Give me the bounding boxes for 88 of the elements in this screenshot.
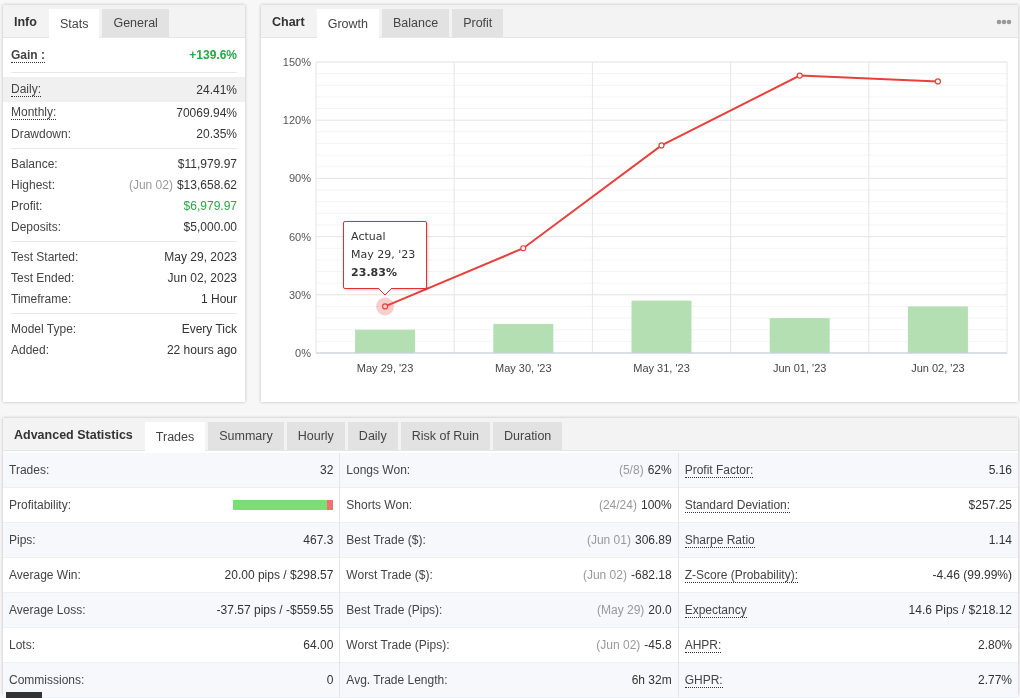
stat-label: Test Started: [11,249,79,264]
stat-label: Pips: [9,533,36,547]
stat-value: 306.89 [634,533,672,547]
stat-value: 32 [320,463,334,477]
stat-label: Gain : [11,47,45,63]
stat-label: Sharpe Ratio [684,532,755,548]
stat-value: 5.16 [988,463,1012,477]
stat-note: (Jun 02) [128,177,173,192]
stat-value: $5,000.00 [183,219,237,234]
stat-value: $6,979.97 [183,198,237,213]
stat-note: (24/24) [598,498,637,512]
panel-title: Info [13,14,38,31]
stat-value: $11,979.97 [177,156,237,171]
stat-label: Avg. Trade Length: [346,673,448,687]
stat-label: Worst Trade ($): [346,568,433,582]
stat-value: 1.14 [988,533,1012,547]
stat-value: -682.18 [630,568,672,582]
stat-value: 6h 32m [631,673,672,687]
stat-value: -45.8 [644,638,672,652]
stat-label: Worst Trade (Pips): [346,638,450,652]
stat-label: Added: [11,342,50,357]
stat-label: Drawdown: [11,126,72,141]
x-axis-label: May 29, '23 [356,362,414,374]
stat-value: 20.00 pips / $298.57 [224,568,334,582]
stat-label: Timeframe: [11,291,72,306]
stat-note: (Jun 02) [582,568,627,582]
stat-value: 22 hours ago [166,342,237,357]
stat-label: Balance: [11,156,58,171]
stat-note: (May 29) [596,603,645,617]
panel-title: Chart [271,14,306,31]
y-axis-label: 30% [288,288,311,301]
stat-label: Daily: [11,82,41,97]
stat-label: Trades: [9,463,50,477]
stat-value: 14.6 Pips / $218.12 [908,603,1012,617]
x-axis-label: May 30, '23 [495,362,552,374]
stat-value: 467.3 [303,533,334,547]
y-axis-label: 150% [282,56,311,68]
stat-label: Z-Score (Probability): [684,567,799,583]
stat-value: -37.57 pips / -$559.55 [216,603,334,617]
stat-label: Longs Won: [346,463,411,477]
stat-label: Profit Factor: [684,462,754,478]
stat-value: 64.00 [303,638,334,652]
stat-value: Every Tick [181,321,237,336]
x-axis-label: May 31, '23 [633,362,690,374]
stat-value: 100% [640,498,672,512]
stat-label: Best Trade (Pips): [346,603,443,617]
stat-label: Average Win: [9,568,81,582]
stat-value: 20.0 [648,603,672,617]
stat-value: 2.77% [977,673,1012,687]
stat-value: 20.35% [196,126,237,141]
stat-label: Profitability: [9,498,72,512]
stat-label: Commissions: [9,673,85,687]
stat-label: AHPR: [684,637,722,653]
stat-value: 62% [647,463,672,477]
y-axis-label: 120% [282,114,311,127]
stat-value: 0 [326,673,334,687]
stat-label: Shorts Won: [346,498,413,512]
stat-label: Best Trade ($): [346,533,426,547]
stat-label: Test Ended: [11,270,75,285]
x-axis-label: Jun 01, '23 [772,362,827,374]
stat-label: Deposits: [11,219,62,234]
stat-label: Expectancy [684,602,747,618]
stat-label: Lots: [9,638,35,652]
stat-value: 70069.94% [176,105,237,120]
stat-value: +139.6% [189,48,237,62]
stat-label: Highest: [11,177,56,192]
stat-value: Jun 02, 2023 [167,270,237,285]
y-axis-label: 60% [288,230,311,243]
panel-title: Advanced Statistics [13,427,134,444]
stat-label: Profit: [11,198,43,213]
stat-note: (5/8) [618,463,644,477]
stat-value: 24.41% [196,82,237,97]
y-axis-label: 0% [295,347,311,359]
stat-value: $257.25 [968,498,1012,512]
stat-label: Standard Deviation: [684,497,791,513]
stat-note: (Jun 01) [586,533,631,547]
stat-value: 2.80% [977,638,1012,652]
y-axis-label: 90% [288,172,311,185]
stat-value: -4.46 (99.99%) [932,568,1012,582]
stat-value: $13,658.62 [176,177,237,192]
stat-note: (Jun 02) [596,638,641,652]
stat-value: May 29, 2023 [164,249,237,264]
stat-label: GHPR: [684,672,723,688]
x-axis-label: Jun 02, '23 [911,362,965,374]
stat-label: Average Loss: [9,603,86,617]
stat-label: Model Type: [11,321,77,336]
stat-value: 1 Hour [200,291,237,306]
stat-label: Monthly: [11,105,57,120]
